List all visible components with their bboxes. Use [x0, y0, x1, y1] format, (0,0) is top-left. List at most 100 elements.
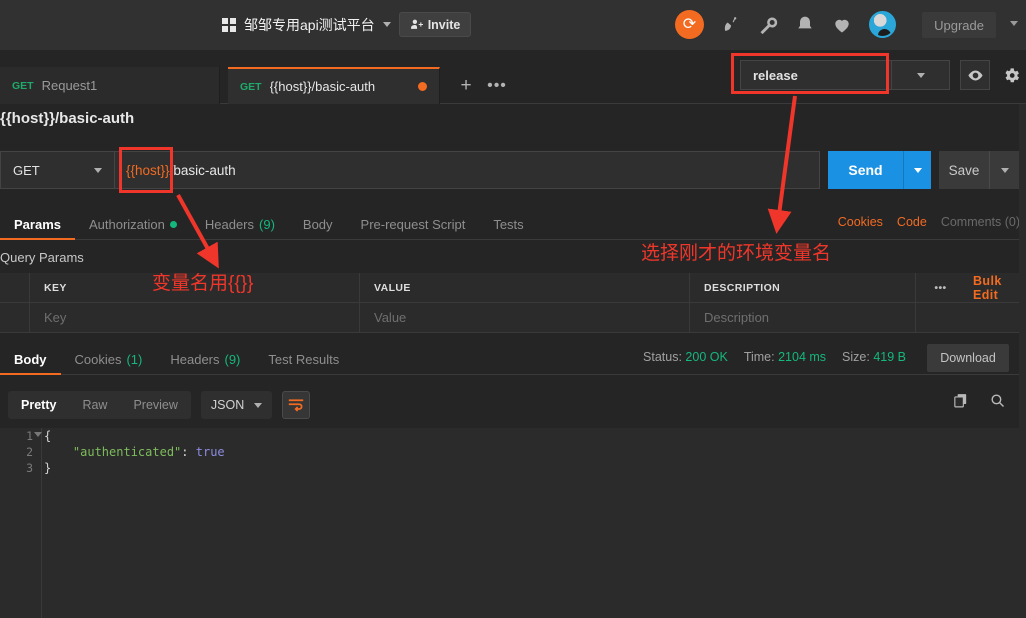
- row-checkbox[interactable]: [0, 302, 30, 333]
- request-title: {{host}}/basic-auth: [0, 110, 135, 127]
- tab-method: GET: [240, 80, 262, 93]
- line-number: 1: [0, 428, 42, 444]
- chevron-down-icon: [382, 22, 391, 27]
- tab-basic-auth[interactable]: GET {{host}}/basic-auth: [228, 67, 440, 104]
- response-body-actions: [952, 392, 1006, 409]
- word-wrap-button[interactable]: [282, 391, 311, 419]
- view-mode-raw[interactable]: Raw: [69, 391, 120, 419]
- save-options-button[interactable]: [989, 151, 1019, 189]
- status-value: 200 OK: [685, 350, 728, 364]
- tab-headers[interactable]: Headers (9): [191, 211, 289, 239]
- value-input[interactable]: Value: [360, 302, 690, 333]
- code-line-2: "authenticated": true: [72, 445, 225, 459]
- response-tab-cookies-label: Cookies: [74, 352, 122, 367]
- chevron-down-icon: [94, 167, 102, 173]
- word-wrap-icon: [289, 399, 304, 412]
- upgrade-chevron-down-icon[interactable]: [1010, 21, 1018, 26]
- view-mode-pretty[interactable]: Pretty: [8, 391, 69, 419]
- response-tab-test-results-label: Test Results: [268, 352, 340, 367]
- url-path-text: /basic-auth: [169, 162, 236, 178]
- grid-icon: [222, 17, 236, 32]
- http-method-selector[interactable]: GET: [0, 151, 115, 189]
- tab-pre-request-script[interactable]: Pre-request Script: [347, 211, 480, 239]
- response-tab-headers[interactable]: Headers (9): [156, 346, 254, 374]
- chevron-down-icon: [254, 402, 263, 408]
- tab-label: {{host}}/basic-auth: [269, 79, 376, 94]
- tab-authorization-label: Authorization: [88, 217, 165, 232]
- chevron-down-icon: [1000, 167, 1009, 173]
- row-spacer: [915, 302, 965, 333]
- environment-dropdown-button[interactable]: [892, 60, 950, 90]
- cookies-link[interactable]: Cookies: [838, 215, 883, 229]
- key-input[interactable]: Key: [30, 302, 360, 333]
- size-label: Size:: [842, 350, 870, 364]
- unsaved-indicator-icon: [418, 82, 427, 91]
- tab-authorization[interactable]: Authorization: [75, 211, 191, 239]
- table-row[interactable]: Key Value Description: [0, 302, 1026, 333]
- bulk-edit-button[interactable]: Bulk Edit: [965, 274, 1026, 302]
- download-button[interactable]: Download: [927, 344, 1009, 372]
- response-tab-body-label: Body: [14, 352, 47, 367]
- upgrade-label: Upgrade: [934, 17, 984, 33]
- code-link[interactable]: Code: [897, 215, 927, 229]
- tab-body[interactable]: Body: [289, 211, 347, 239]
- bell-icon[interactable]: [795, 15, 815, 35]
- view-mode-preview[interactable]: Preview: [120, 391, 190, 419]
- response-tab-body[interactable]: Body: [0, 346, 61, 375]
- tab-pre-request-script-label: Pre-request Script: [360, 217, 466, 232]
- send-options-button[interactable]: [903, 151, 931, 189]
- environment-quick-look-button[interactable]: [960, 60, 990, 90]
- tab-headers-label: Headers: [204, 217, 255, 232]
- tab-tests[interactable]: Tests: [479, 211, 537, 239]
- vertical-scrollbar[interactable]: [1019, 104, 1026, 618]
- environment-selected-label: release: [753, 67, 798, 83]
- response-tab-test-results[interactable]: Test Results: [254, 346, 353, 374]
- invite-button[interactable]: Invite: [398, 12, 472, 37]
- tab-method: GET: [12, 79, 34, 92]
- new-tab-button[interactable]: +: [450, 67, 482, 104]
- settings-button[interactable]: [996, 60, 1026, 90]
- format-selector[interactable]: JSON: [200, 391, 273, 419]
- code-line-1: {: [44, 429, 52, 443]
- description-input[interactable]: Description: [690, 303, 915, 333]
- url-variable-token: {{host}}: [126, 162, 170, 178]
- workspace-name: 邹邹专用api测试平台: [244, 16, 375, 33]
- column-value: VALUE: [360, 272, 690, 303]
- postman-window: 邹邹专用api测试平台 Invite ⟳ Upgrade GET Request…: [0, 0, 1026, 618]
- response-body-viewer[interactable]: 1 2 3 { "authenticated": true }: [0, 428, 1026, 618]
- tab-body-label: Body: [302, 217, 333, 232]
- header-checkbox-cell: [0, 272, 30, 303]
- person-add-icon: [410, 19, 423, 29]
- time-label: Time:: [743, 350, 775, 364]
- status-label: Status:: [643, 350, 682, 364]
- workspace-selector[interactable]: 邹邹专用api测试平台 Invite: [222, 12, 472, 37]
- search-icon[interactable]: [989, 392, 1006, 409]
- app-header: 邹邹专用api测试平台 Invite ⟳ Upgrade: [0, 0, 1026, 50]
- wrench-icon[interactable]: [758, 15, 778, 35]
- sync-icon[interactable]: ⟳: [675, 10, 704, 39]
- tab-request1[interactable]: GET Request1: [0, 67, 220, 104]
- upgrade-button[interactable]: Upgrade: [922, 12, 996, 38]
- avatar[interactable]: [869, 11, 896, 38]
- auth-status-dot-icon: [169, 221, 177, 228]
- request-tab-links: Cookies Code Comments (0): [838, 215, 1020, 229]
- chevron-down-icon: [913, 167, 922, 173]
- url-input[interactable]: {{host}}/basic-auth: [115, 151, 820, 189]
- tab-params[interactable]: Params: [0, 211, 75, 240]
- environment-selector[interactable]: release: [740, 60, 892, 90]
- size-value: 419 B: [873, 350, 906, 364]
- view-mode-switch: Pretty Raw Preview: [8, 391, 191, 419]
- comments-link[interactable]: Comments (0): [941, 215, 1020, 229]
- fold-arrow-icon[interactable]: [34, 432, 42, 437]
- heart-icon[interactable]: [832, 15, 852, 35]
- satellite-icon[interactable]: [721, 15, 741, 35]
- save-button[interactable]: Save: [939, 151, 989, 189]
- tab-options-button[interactable]: •••: [481, 67, 513, 104]
- response-tab-headers-label: Headers: [170, 352, 220, 367]
- table-options-button[interactable]: •••: [915, 272, 965, 303]
- tab-tests-label: Tests: [493, 217, 524, 232]
- copy-icon[interactable]: [952, 392, 969, 409]
- send-button[interactable]: Send: [828, 151, 903, 189]
- response-tab-cookies[interactable]: Cookies (1): [61, 346, 157, 374]
- header-icon-group: ⟳: [675, 10, 896, 39]
